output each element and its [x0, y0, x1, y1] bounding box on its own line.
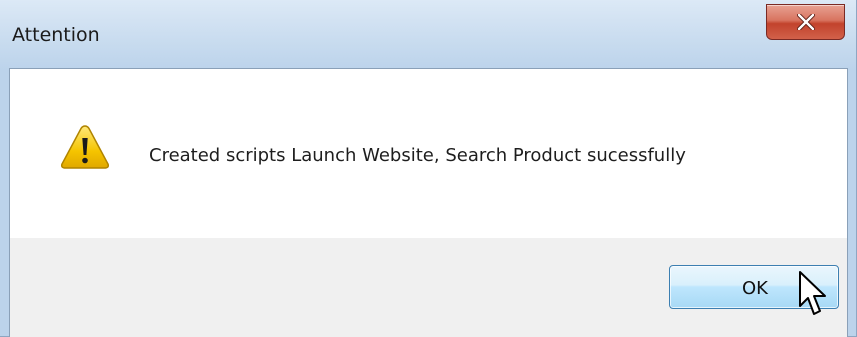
dialog-title: Attention [12, 24, 100, 46]
mouse-cursor-icon [799, 271, 826, 315]
message-area: Created scripts Launch Website, Search P… [10, 69, 847, 238]
title-bar[interactable]: Attention [0, 0, 857, 68]
dialog-client-area: Created scripts Launch Website, Search P… [9, 68, 848, 337]
warning-icon [60, 125, 110, 169]
close-button[interactable] [766, 4, 845, 40]
close-icon [797, 14, 815, 30]
dialog-window: Attention Created scripts Launch Website… [0, 0, 857, 337]
dialog-message: Created scripts Launch Website, Search P… [149, 145, 686, 166]
